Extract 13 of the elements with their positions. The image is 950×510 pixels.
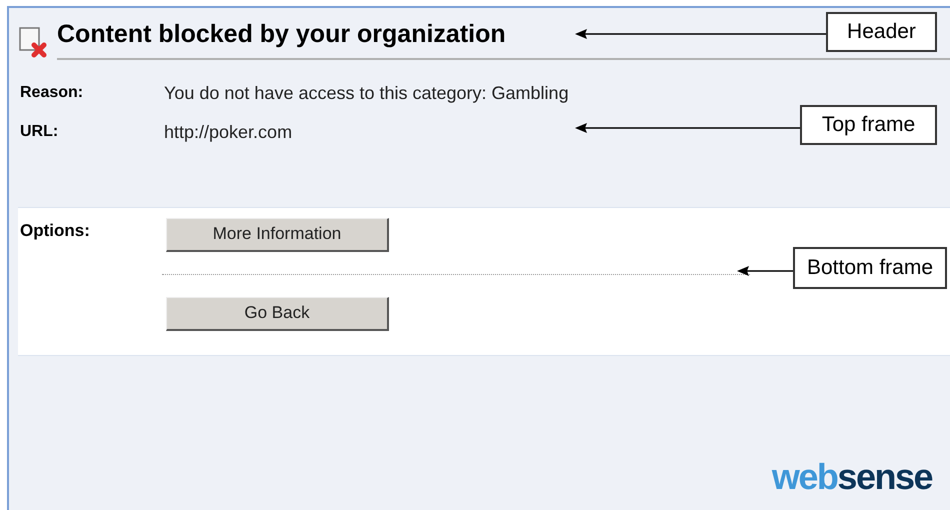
action-button[interactable]: More Information	[166, 218, 389, 252]
arrow	[737, 265, 793, 277]
callout-label: Bottom frame	[793, 247, 947, 289]
logo: websense	[772, 455, 932, 499]
field-label: URL:	[20, 122, 60, 142]
callout-label: Top frame	[800, 105, 937, 145]
action-button[interactable]: Go Back	[166, 296, 389, 330]
field-value: You do not have access to this category: Gambling	[164, 82, 569, 105]
field-value: http://poker.com	[164, 120, 292, 144]
options-label: Options:	[20, 220, 91, 242]
callout-label: Header	[826, 12, 937, 52]
field-label: Reason:	[20, 83, 84, 103]
page-title: Content blocked by your organization	[57, 20, 506, 48]
